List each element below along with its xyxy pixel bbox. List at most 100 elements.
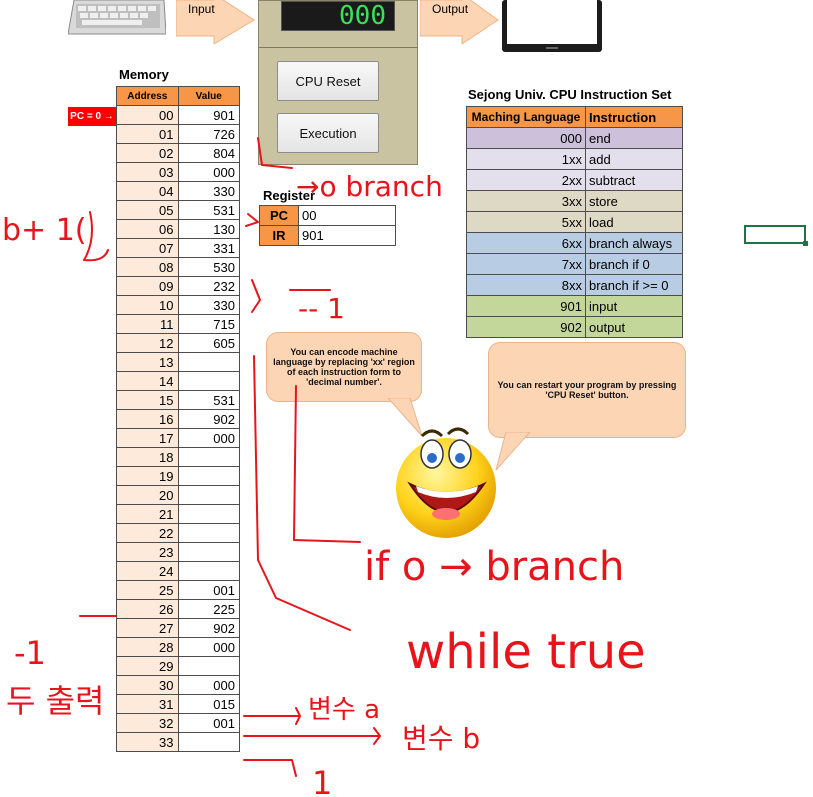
address-cell[interactable]: 31 (116, 694, 179, 714)
instruction-cell[interactable]: add (585, 148, 683, 170)
memory-row: 16 902 (116, 409, 240, 429)
address-cell[interactable]: 11 (116, 314, 179, 334)
value-cell[interactable]: 000 (177, 428, 240, 448)
machine-code-cell[interactable]: 6xx (466, 232, 586, 254)
pc-value[interactable]: 00 (298, 205, 396, 226)
value-cell[interactable] (177, 561, 240, 581)
value-cell[interactable]: 001 (177, 580, 240, 600)
address-cell[interactable]: 19 (116, 466, 179, 486)
value-cell[interactable]: 015 (177, 694, 240, 714)
value-cell[interactable] (177, 656, 240, 676)
machine-code-cell[interactable]: 2xx (466, 169, 586, 191)
address-cell[interactable]: 04 (116, 181, 179, 201)
value-cell[interactable] (177, 504, 240, 524)
value-cell[interactable]: 531 (177, 200, 240, 220)
instruction-cell[interactable]: branch always (585, 232, 683, 254)
address-cell[interactable]: 06 (116, 219, 179, 239)
value-cell[interactable]: 000 (177, 637, 240, 657)
output-display: 000 (281, 1, 395, 31)
address-cell[interactable]: 26 (116, 599, 179, 619)
address-cell[interactable]: 29 (116, 656, 179, 676)
address-cell[interactable]: 22 (116, 523, 179, 543)
machine-code-cell[interactable]: 3xx (466, 190, 586, 212)
value-cell[interactable] (177, 352, 240, 372)
address-cell[interactable]: 28 (116, 637, 179, 657)
address-cell[interactable]: 30 (116, 675, 179, 695)
value-cell[interactable]: 232 (177, 276, 240, 296)
machine-code-cell[interactable]: 1xx (466, 148, 586, 170)
value-cell[interactable] (177, 371, 240, 391)
machine-code-cell[interactable]: 901 (466, 295, 586, 317)
address-cell[interactable]: 25 (116, 580, 179, 600)
instruction-cell[interactable]: branch if 0 (585, 253, 683, 275)
instruction-cell[interactable]: output (585, 316, 683, 338)
address-cell[interactable]: 16 (116, 409, 179, 429)
ir-value[interactable]: 901 (298, 225, 396, 246)
address-cell[interactable]: 20 (116, 485, 179, 505)
instruction-cell[interactable]: branch if >= 0 (585, 274, 683, 296)
address-cell[interactable]: 13 (116, 352, 179, 372)
address-cell[interactable]: 02 (116, 143, 179, 163)
address-cell[interactable]: 14 (116, 371, 179, 391)
cpu-reset-button[interactable]: CPU Reset (277, 61, 379, 101)
address-cell[interactable]: 15 (116, 390, 179, 410)
address-cell[interactable]: 18 (116, 447, 179, 467)
instruction-cell[interactable]: end (585, 127, 683, 149)
value-cell[interactable]: 330 (177, 295, 240, 315)
value-cell[interactable]: 605 (177, 333, 240, 353)
value-cell[interactable] (177, 523, 240, 543)
address-cell[interactable]: 32 (116, 713, 179, 733)
address-cell[interactable]: 33 (116, 732, 179, 752)
value-cell[interactable]: 902 (177, 618, 240, 638)
address-cell[interactable]: 05 (116, 200, 179, 220)
value-cell[interactable]: 330 (177, 181, 240, 201)
machine-code-cell[interactable]: 000 (466, 127, 586, 149)
instruction-cell[interactable]: subtract (585, 169, 683, 191)
value-cell[interactable]: 000 (177, 162, 240, 182)
value-cell[interactable]: 531 (177, 390, 240, 410)
value-cell[interactable] (177, 732, 240, 752)
value-cell[interactable] (177, 447, 240, 467)
instruction-cell[interactable]: store (585, 190, 683, 212)
value-cell[interactable]: 331 (177, 238, 240, 258)
value-cell[interactable]: 530 (177, 257, 240, 277)
address-cell[interactable]: 27 (116, 618, 179, 638)
selected-cell[interactable] (744, 225, 806, 244)
smiley-face-icon (396, 427, 496, 538)
address-cell[interactable]: 07 (116, 238, 179, 258)
value-cell[interactable]: 715 (177, 314, 240, 334)
address-cell[interactable]: 09 (116, 276, 179, 296)
machine-code-cell[interactable]: 902 (466, 316, 586, 338)
value-cell[interactable]: 225 (177, 599, 240, 619)
address-cell[interactable]: 00 (116, 105, 179, 125)
machine-code-cell[interactable]: 8xx (466, 274, 586, 296)
address-cell[interactable]: 10 (116, 295, 179, 315)
value-cell[interactable]: 726 (177, 124, 240, 144)
address-cell[interactable]: 23 (116, 542, 179, 562)
instruction-cell[interactable]: load (585, 211, 683, 233)
memory-row: 19 (116, 466, 240, 486)
value-cell[interactable]: 902 (177, 409, 240, 429)
address-cell[interactable]: 21 (116, 504, 179, 524)
fill-handle[interactable] (803, 241, 808, 246)
address-cell[interactable]: 12 (116, 333, 179, 353)
instruction-row: 901 input (466, 295, 683, 317)
machine-code-cell[interactable]: 7xx (466, 253, 586, 275)
address-cell[interactable]: 03 (116, 162, 179, 182)
value-cell[interactable] (177, 466, 240, 486)
instruction-cell[interactable]: input (585, 295, 683, 317)
value-cell[interactable]: 001 (177, 713, 240, 733)
value-cell[interactable]: 901 (177, 105, 240, 125)
address-cell[interactable]: 08 (116, 257, 179, 277)
memory-row: 27 902 (116, 618, 240, 638)
value-cell[interactable] (177, 542, 240, 562)
address-cell[interactable]: 01 (116, 124, 179, 144)
machine-code-cell[interactable]: 5xx (466, 211, 586, 233)
address-cell[interactable]: 24 (116, 561, 179, 581)
value-cell[interactable]: 804 (177, 143, 240, 163)
address-cell[interactable]: 17 (116, 428, 179, 448)
value-cell[interactable]: 000 (177, 675, 240, 695)
value-cell[interactable] (177, 485, 240, 505)
execution-button[interactable]: Execution (277, 113, 379, 153)
value-cell[interactable]: 130 (177, 219, 240, 239)
